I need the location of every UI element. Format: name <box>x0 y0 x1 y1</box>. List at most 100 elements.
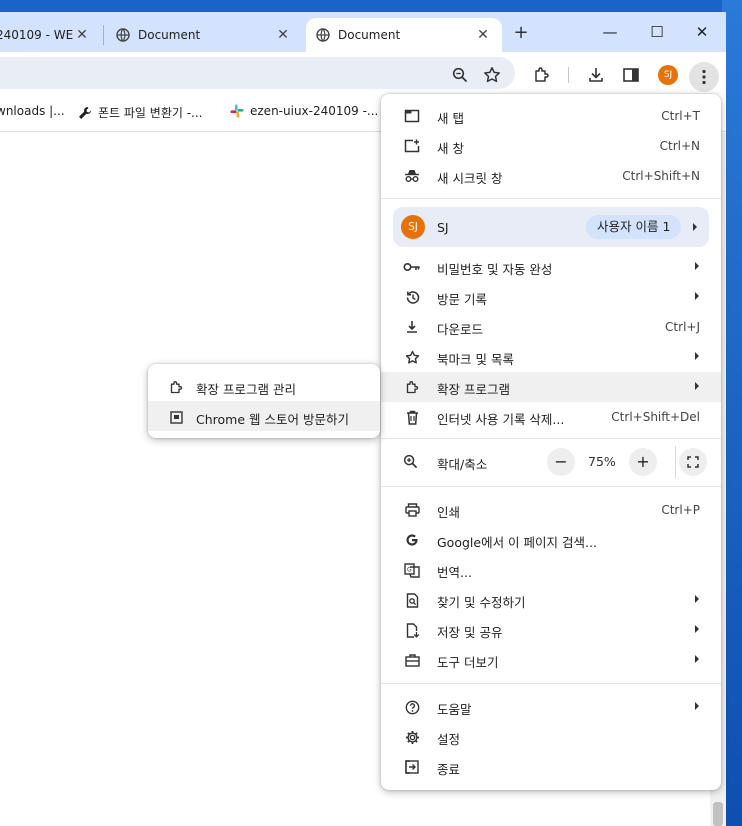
bookmark-item[interactable]: 폰트 파일 변환기 -... <box>78 104 203 121</box>
menu-item-label: 새 창 <box>437 141 464 156</box>
menu-item-settings[interactable]: 설정 <box>381 722 721 752</box>
menu-separator <box>381 438 721 439</box>
translate-icon: G <box>403 562 421 578</box>
submenu-item-label: Chrome 웹 스토어 방문하기 <box>196 412 349 427</box>
menu-item-find-edit[interactable]: 찾기 및 수정하기 <box>381 585 721 615</box>
zoom-out-button[interactable]: − <box>547 448 575 476</box>
address-bar[interactable] <box>0 57 515 89</box>
menu-item-label: 다운로드 <box>437 322 484 337</box>
extensions-icon <box>403 379 421 395</box>
profile-avatar[interactable]: SJ <box>658 65 678 85</box>
menu-item-label: 설정 <box>437 732 461 747</box>
menu-item-label: 확장 프로그램 <box>437 382 510 397</box>
menu-item-exit[interactable]: 종료 <box>381 752 721 782</box>
menu-item-clear-data[interactable]: 인터넷 사용 기록 삭제... Ctrl+Shift+Del <box>381 402 721 432</box>
menu-item-save-share[interactable]: 저장 및 공유 <box>381 615 721 645</box>
menu-item-shortcut: Ctrl+P <box>661 503 700 517</box>
menu-item-label: 인쇄 <box>437 505 461 520</box>
new-tab-button[interactable]: + <box>510 22 532 44</box>
key-icon <box>403 259 421 275</box>
find-page-icon <box>403 592 421 608</box>
submenu-item-manage-extensions[interactable]: 확장 프로그램 관리 <box>148 371 380 401</box>
menu-item-label: Google에서 이 페이지 검색... <box>437 535 597 550</box>
bookmark-item[interactable]: wnloads |... <box>0 104 65 118</box>
bookmark-item[interactable]: ezen-uiux-240109 -... <box>230 104 378 118</box>
printer-icon <box>403 502 421 518</box>
tab-title: Document <box>338 28 401 42</box>
download-icon <box>403 319 421 335</box>
slack-icon <box>230 104 244 118</box>
menu-separator <box>381 198 721 199</box>
chevron-right-icon <box>695 382 699 390</box>
menu-item-passwords[interactable]: 비밀번호 및 자동 완성 <box>381 252 721 282</box>
extensions-icon[interactable] <box>530 63 554 87</box>
tab-separator <box>103 25 104 45</box>
close-icon[interactable]: ✕ <box>274 27 292 43</box>
chrome-menu: 새 탭 Ctrl+T 새 창 Ctrl+N 새 시크릿 창 Ctrl+Shift… <box>381 94 721 790</box>
chevron-right-icon <box>695 595 699 603</box>
chevron-right-icon <box>695 352 699 360</box>
menu-separator <box>381 486 721 487</box>
toolbar-divider <box>568 67 569 83</box>
menu-item-label: 새 시크릿 창 <box>437 171 503 186</box>
menu-item-label: 번역... <box>437 565 472 580</box>
kebab-menu-icon[interactable] <box>689 62 719 92</box>
close-icon[interactable]: ✕ <box>73 27 91 43</box>
profile-chip[interactable]: 사용자 이름 1 <box>586 215 682 239</box>
menu-item-shortcut: Ctrl+J <box>665 320 700 334</box>
profile-row[interactable]: SJ SJ 사용자 이름 1 <box>393 207 709 247</box>
zoom-divider <box>675 446 676 478</box>
trash-icon <box>403 409 421 425</box>
menu-item-label: 도움말 <box>437 702 472 717</box>
fullscreen-icon[interactable] <box>679 448 707 476</box>
save-share-icon <box>403 622 421 638</box>
menu-item-shortcut: Ctrl+Shift+N <box>622 169 700 183</box>
chevron-right-icon <box>695 625 699 633</box>
submenu-item-webstore[interactable]: Chrome 웹 스토어 방문하기 <box>148 401 380 431</box>
globe-icon <box>116 28 130 42</box>
window-close-button[interactable]: ✕ <box>687 20 717 44</box>
menu-item-shortcut: Ctrl+N <box>659 139 700 153</box>
submenu-item-label: 확장 프로그램 관리 <box>196 382 296 397</box>
chevron-right-icon <box>695 702 699 710</box>
menu-item-translate[interactable]: G 번역... <box>381 555 721 585</box>
star-icon <box>403 349 421 365</box>
menu-item-google-search[interactable]: Google에서 이 페이지 검색... <box>381 525 721 555</box>
maximize-button[interactable]: ☐ <box>642 20 672 44</box>
zoom-in-button[interactable]: + <box>629 448 657 476</box>
zoom-icon[interactable] <box>448 63 472 87</box>
bookmark-star-icon[interactable] <box>480 63 504 87</box>
menu-item-new-window[interactable]: 새 창 Ctrl+N <box>381 131 721 161</box>
exit-icon <box>403 759 421 775</box>
menu-item-more-tools[interactable]: 도구 더보기 <box>381 645 721 675</box>
minimize-button[interactable]: — <box>595 20 625 44</box>
tab-3-active[interactable]: Document ✕ <box>306 18 502 52</box>
menu-item-extensions[interactable]: 확장 프로그램 <box>381 372 721 402</box>
menu-item-incognito[interactable]: 새 시크릿 창 Ctrl+Shift+N <box>381 161 721 191</box>
globe-icon <box>316 28 330 42</box>
menu-item-bookmarks[interactable]: 북마크 및 목록 <box>381 342 721 372</box>
menu-item-history[interactable]: 방문 기록 <box>381 282 721 312</box>
menu-item-print[interactable]: 인쇄 Ctrl+P <box>381 495 721 525</box>
menu-item-new-tab[interactable]: 새 탭 Ctrl+T <box>381 101 721 131</box>
gear-icon <box>403 729 421 745</box>
tab-1[interactable]: 240109 - WE ✕ <box>0 18 101 52</box>
zoom-icon <box>403 454 418 469</box>
chevron-right-icon <box>695 292 699 300</box>
scrollbar-thumb[interactable] <box>713 802 723 826</box>
download-icon[interactable] <box>584 63 608 87</box>
webstore-icon <box>168 409 184 425</box>
menu-item-label: 비밀번호 및 자동 완성 <box>437 262 553 277</box>
menu-item-label: 인터넷 사용 기록 삭제... <box>437 412 565 427</box>
chevron-right-icon <box>695 262 699 270</box>
menu-item-downloads[interactable]: 다운로드 Ctrl+J <box>381 312 721 342</box>
menu-item-help[interactable]: 도움말 <box>381 692 721 722</box>
side-panel-icon[interactable] <box>619 63 643 87</box>
history-icon <box>403 289 421 305</box>
wrench-icon <box>79 106 91 119</box>
tab-strip: 240109 - WE ✕ Document ✕ Document ✕ + — … <box>0 12 726 52</box>
toolbox-icon <box>403 652 421 668</box>
tab-2[interactable]: Document ✕ <box>106 18 302 52</box>
zoom-label: 확대/축소 <box>437 457 488 472</box>
close-icon[interactable]: ✕ <box>474 27 492 43</box>
